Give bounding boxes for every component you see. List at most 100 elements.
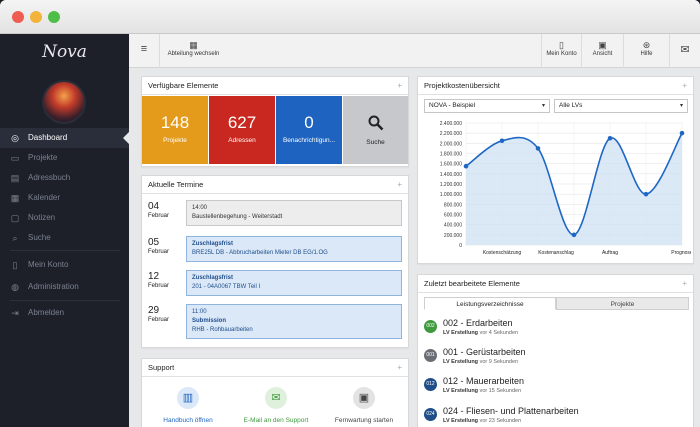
tile-adressen[interactable]: 627 Adressen [209, 96, 275, 164]
view-button[interactable]: ▣ Ansicht [581, 34, 623, 68]
appointment-day: 05 [148, 237, 160, 248]
recent-item-title: 012 - Mauerarbeiten [443, 376, 525, 386]
sidebar-item-suche[interactable]: ⌕ Suche [0, 228, 129, 248]
sidebar-item-abmelden[interactable]: ⇥ Abmelden [0, 303, 129, 323]
sidebar-item-label: Kalender [28, 193, 61, 202]
appointment-month: Februar [148, 317, 170, 323]
chat-button[interactable]: ✉ [669, 34, 700, 68]
logout-icon: ⇥ [11, 308, 19, 318]
tile-value: 0 [304, 113, 314, 132]
sidebar-divider [10, 250, 120, 251]
view-icon: ▣ [598, 40, 607, 50]
expand-icon[interactable]: + [682, 77, 687, 95]
appointment-day: 29 [148, 305, 160, 316]
department-switch-label: Abteilung wechseln [167, 51, 220, 57]
tile-suche[interactable]: Suche [343, 96, 408, 164]
chevron-down-icon: ▾ [541, 103, 545, 109]
tile-label: Projekte [163, 137, 187, 144]
panel-title: Zuletzt bearbeitete Elemente [424, 279, 520, 288]
sidebar-item-projekte[interactable]: ▭ Projekte [0, 148, 129, 168]
expand-icon[interactable]: + [397, 176, 402, 194]
y-tick-label: 800.000 [444, 202, 462, 208]
tab-projekte[interactable]: Projekte [556, 297, 689, 310]
tab-leistungsverzeichnisse[interactable]: Leistungsverzeichnisse [424, 297, 556, 310]
department-switch-button[interactable]: ▦ Abteilung wechseln [159, 34, 227, 68]
y-tick-label: 1.400.000 [440, 172, 462, 178]
tile-label: Benachrichtigun... [282, 137, 336, 144]
y-tick-label: 1.000.000 [440, 192, 462, 198]
expand-icon[interactable]: + [682, 275, 687, 293]
minimize-window-button[interactable] [30, 11, 42, 23]
close-window-button[interactable] [12, 11, 24, 23]
sidebar-item-kalender[interactable]: ▦ Kalender [0, 188, 129, 208]
building-icon: ▦ [189, 40, 198, 50]
appointments-panel: Aktuelle Termine + 04 Februar 14:00 Baus… [141, 175, 409, 348]
sidebar-item-administration[interactable]: ◍ Administration [0, 277, 129, 297]
appointment-item[interactable]: 14:00 Baustellenbegehung - Weiterstadt [186, 200, 402, 226]
y-tick-label: 1.800.000 [440, 152, 462, 158]
appointment-line3: RHB - Rohbauarbeiten [192, 327, 253, 333]
data-point [607, 135, 613, 141]
appointment-item[interactable]: 11:00 Submission RHB - Rohbauarbeiten [186, 304, 402, 339]
appointment-line2: Submission [192, 318, 227, 324]
appointment-item[interactable]: Zuschlagsfrist BRE25L DB - Abbrucharbeit… [186, 236, 402, 262]
lv-select-value: Alle LVs [559, 102, 583, 109]
window-titlebar [0, 0, 700, 34]
recent-item-title: 024 - Fliesen- und Plattenarbeiten [443, 406, 579, 416]
sidebar-item-dashboard[interactable]: ◎ Dashboard [0, 128, 129, 148]
recent-item[interactable]: 024 024 - Fliesen- und Plattenarbeiten L… [424, 405, 689, 427]
data-point [463, 163, 469, 169]
recent-item[interactable]: 001 001 - Gerüstarbeiten LV Erstellung v… [424, 346, 689, 372]
recent-item-code: 012 [424, 378, 437, 391]
project-select[interactable]: NOVA - Beispiel ▾ [424, 99, 550, 113]
lifebuoy-icon: ⊛ [642, 40, 651, 50]
remote-maintenance-button[interactable]: ▣ Fernwartung starten [324, 387, 404, 424]
panel-header: Projektkostenübersicht + [418, 77, 693, 95]
recent-item-subtitle: LV Erstellung vor 9 Sekunden [443, 359, 519, 365]
expand-icon[interactable]: + [397, 359, 402, 377]
recent-item-code: 024 [424, 408, 437, 421]
y-tick-label: 1.200.000 [440, 182, 462, 188]
manual-button[interactable]: ▥ Handbuch öffnen [148, 387, 228, 424]
appointment-line1: Zuschlagsfrist [192, 275, 234, 281]
phone-icon: ▯ [559, 40, 564, 50]
recent-item[interactable]: 002 002 - Erdarbeiten LV Erstellung vor … [424, 317, 689, 343]
chevron-down-icon: ▾ [679, 103, 683, 109]
appointment-date: 12 Februar [148, 271, 169, 289]
appointment-line2: BRE25L DB - Abbrucharbeiten Mieter DB EG… [192, 250, 328, 256]
appointment-month: Februar [148, 213, 170, 219]
sidebar-item-notizen[interactable]: ▢ Notizen [0, 208, 129, 228]
tile-value: 148 [160, 113, 190, 132]
help-button[interactable]: ⊛ Hilfe [623, 34, 669, 68]
admin-icon: ◍ [11, 282, 19, 292]
tile-projekte[interactable]: 148 Projekte [142, 96, 208, 164]
chat-icon: ✉ [680, 44, 690, 56]
recent-item[interactable]: 012 012 - Mauerarbeiten LV Erstellung vo… [424, 375, 689, 401]
appointment-day: 12 [148, 271, 160, 282]
lv-select[interactable]: Alle LVs ▾ [554, 99, 688, 113]
appointment-item[interactable]: Zuschlagsfrist 201 - 04A0067 TBW Teil I [186, 270, 402, 296]
appointment-line2: 201 - 04A0067 TBW Teil I [192, 284, 261, 290]
data-point [499, 138, 505, 144]
email-support-button[interactable]: ✉ E-Mail an den Support [236, 387, 316, 424]
menu-toggle-button[interactable]: ≡ [129, 34, 159, 68]
recent-item-code: 002 [424, 320, 437, 333]
sidebar-item-mein-konto[interactable]: ▯ Mein Konto [0, 255, 129, 275]
x-category-label: Prognose [671, 250, 691, 256]
user-avatar[interactable] [42, 80, 86, 124]
sidebar-item-label: Abmelden [28, 308, 65, 317]
sidebar-item-label: Administration [28, 282, 79, 291]
my-account-button[interactable]: ▯ Mein Konto [541, 34, 581, 68]
zoom-window-button[interactable] [48, 11, 60, 23]
sidebar-item-label: Notizen [28, 213, 56, 222]
y-tick-label: 2.200.000 [440, 131, 462, 137]
tile-benachrichtigungen[interactable]: 0 Benachrichtigun... [276, 96, 342, 164]
x-category-label: Auftrag [602, 250, 618, 256]
expand-icon[interactable]: + [397, 77, 402, 95]
x-category-label: Kostenanschlag [538, 250, 574, 256]
appointment-date: 04 Februar [148, 201, 169, 219]
tile-label: Adressen [228, 137, 256, 144]
appointment-line2: Baustellenbegehung - Weiterstadt [192, 214, 283, 220]
sidebar-item-adressbuch[interactable]: ▤ Adressbuch [0, 168, 129, 188]
project-costs-panel: Projektkostenübersicht + NOVA - Beispiel… [417, 76, 694, 264]
